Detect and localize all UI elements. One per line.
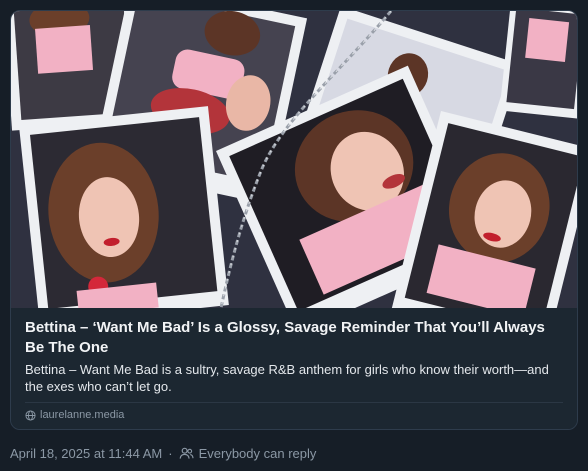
- globe-icon: [25, 409, 36, 421]
- reply-setting-label: Everybody can reply: [198, 446, 317, 461]
- embed-domain: laurelanne.media: [40, 409, 125, 421]
- post-timestamp[interactable]: April 18, 2025 at 11:44 AM: [10, 446, 162, 461]
- embed-divider: [25, 402, 563, 403]
- polaroid-collage-image: [11, 11, 577, 308]
- embed-title[interactable]: Bettina – ‘Want Me Bad’ Is a Glossy, Sav…: [25, 318, 565, 358]
- meta-separator: ·: [168, 446, 173, 461]
- link-embed-card[interactable]: Bettina – ‘Want Me Bad’ Is a Glossy, Sav…: [10, 10, 578, 430]
- people-icon: [179, 447, 194, 459]
- post-meta: April 18, 2025 at 11:44 AM · Everybody c…: [10, 446, 316, 461]
- reply-setting-button[interactable]: Everybody can reply: [179, 446, 317, 461]
- embed-description: Bettina – Want Me Bad is a sultry, savag…: [25, 362, 549, 394]
- embed-thumbnail[interactable]: [11, 11, 577, 308]
- embed-domain-row: laurelanne.media: [25, 409, 124, 421]
